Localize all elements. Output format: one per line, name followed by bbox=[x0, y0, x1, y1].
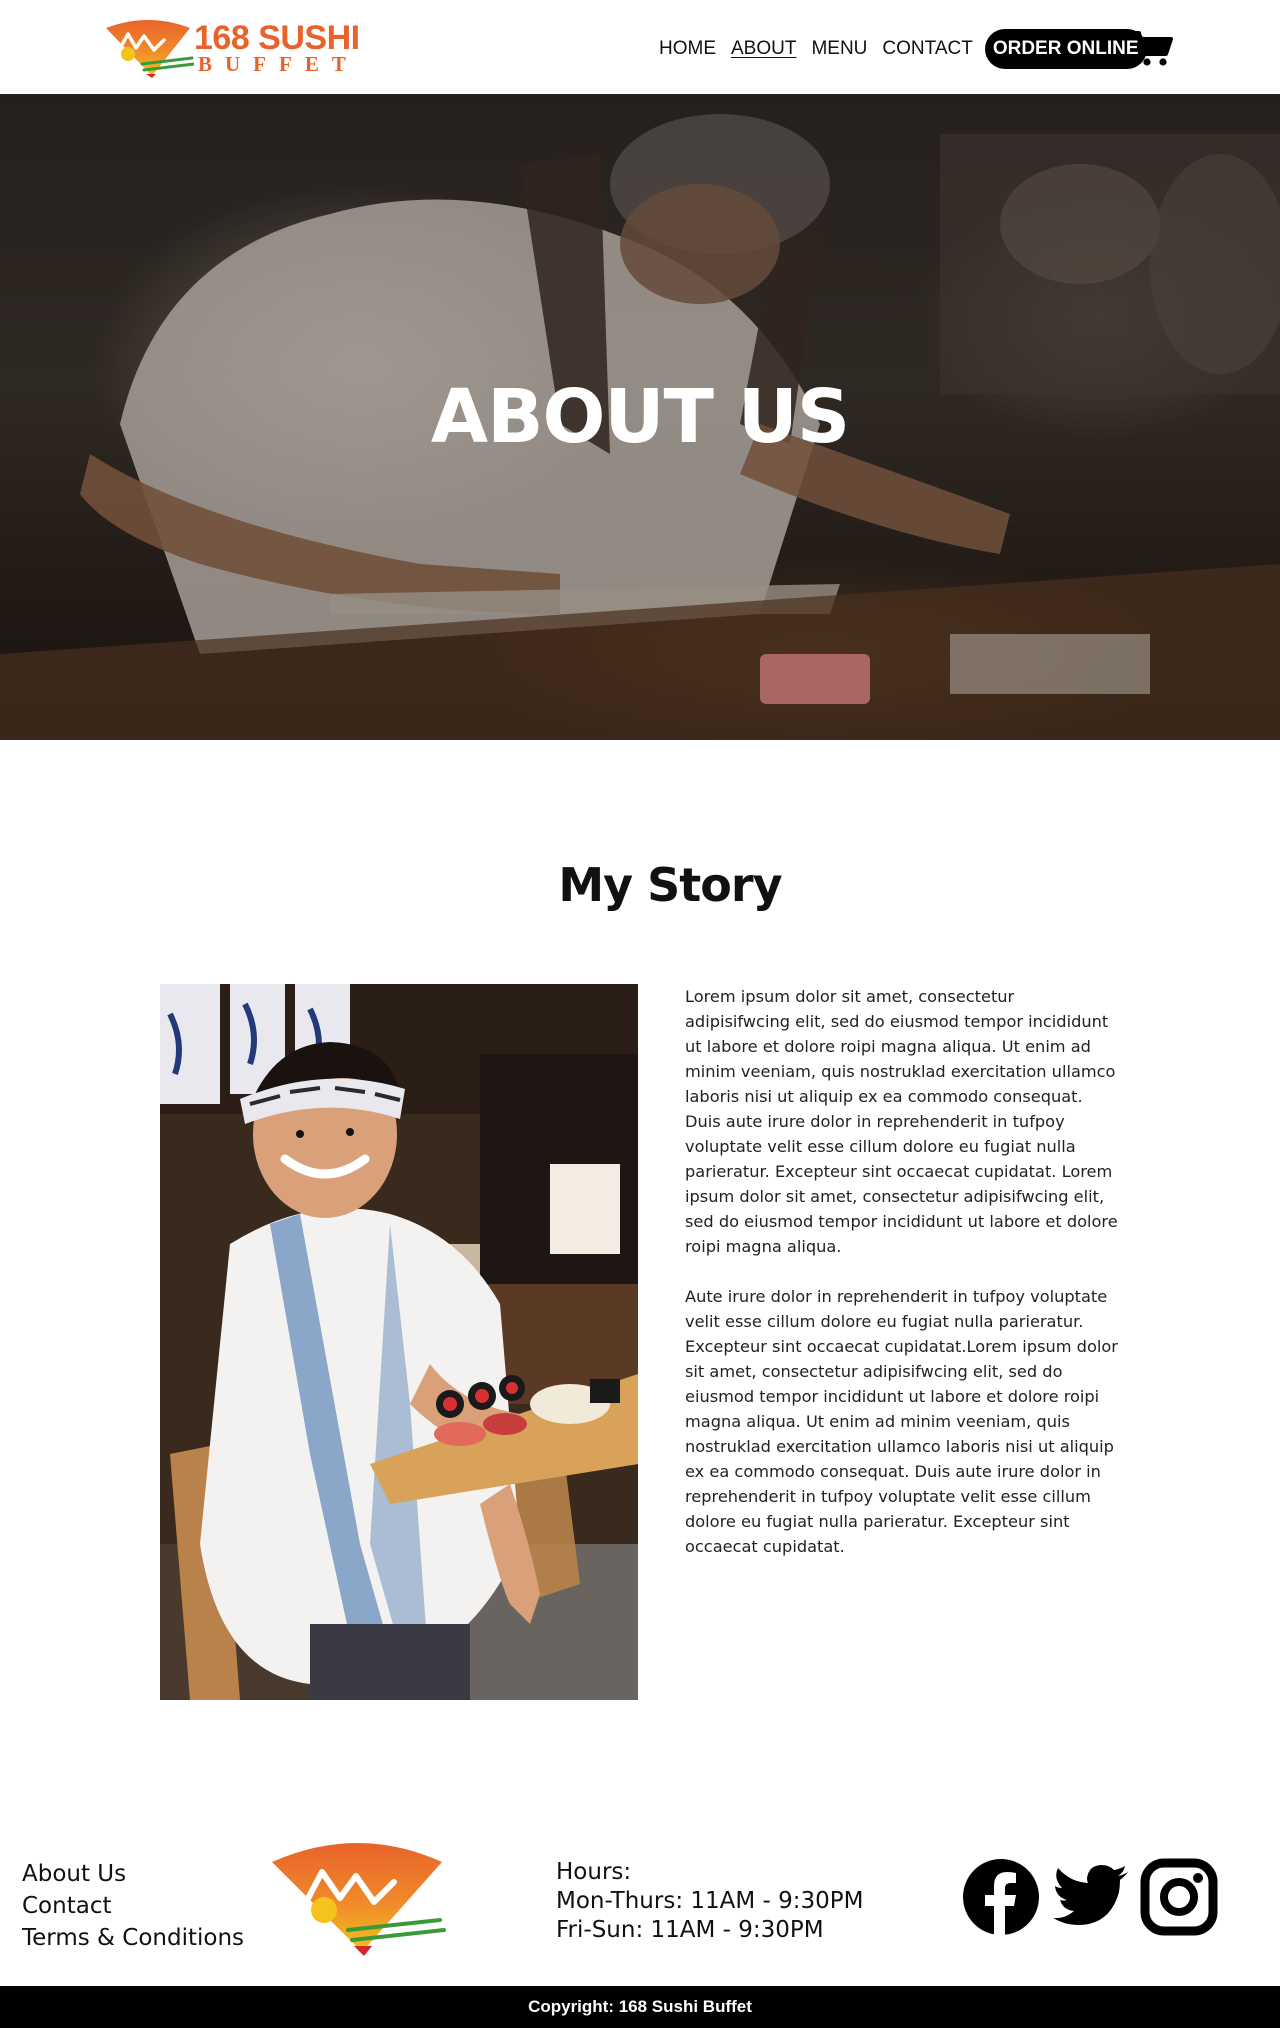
fan-logo-icon bbox=[106, 20, 194, 78]
instagram-icon[interactable] bbox=[1140, 1858, 1218, 1936]
brand-logo[interactable]: 168 SUSHI BUFFET bbox=[102, 18, 362, 80]
footer-contact-link[interactable]: Contact bbox=[22, 1890, 244, 1922]
order-online-button[interactable]: ORDER ONLINE bbox=[984, 29, 1147, 69]
nav-about-link[interactable]: ABOUT bbox=[731, 30, 796, 68]
footer-fan-logo-icon bbox=[272, 1843, 446, 1956]
facebook-icon[interactable] bbox=[962, 1858, 1040, 1936]
nav-contact-link[interactable]: CONTACT bbox=[882, 30, 972, 68]
hours-title: Hours: bbox=[556, 1859, 632, 1885]
hours-weekend: Fri-Sun: 11AM - 9:30PM bbox=[556, 1917, 824, 1943]
story-heading: My Story bbox=[558, 858, 782, 912]
footer-terms-link[interactable]: Terms & Conditions bbox=[22, 1922, 244, 1954]
logo-text-bottom: BUFFET bbox=[198, 52, 359, 76]
chef-portrait-illustration bbox=[160, 984, 638, 1700]
nav-menu-link[interactable]: MENU bbox=[811, 30, 867, 68]
twitter-icon[interactable] bbox=[1052, 1858, 1130, 1936]
hours-weekday: Mon-Thurs: 11AM - 9:30PM bbox=[556, 1888, 864, 1914]
opening-hours: Hours: Mon-Thurs: 11AM - 9:30PM Fri-Sun:… bbox=[556, 1858, 864, 1945]
nav-home-link[interactable]: HOME bbox=[659, 30, 716, 68]
story-paragraph-2: Aute irure dolor in reprehenderit in tuf… bbox=[685, 1287, 1118, 1556]
hero-title: ABOUT US bbox=[430, 374, 850, 460]
footer-links: About Us Contact Terms & Conditions bbox=[22, 1858, 244, 1954]
story-paragraph-1: Lorem ipsum dolor sit amet, consectetur … bbox=[685, 987, 1118, 1256]
copyright-bar: Copyright: 168 Sushi Buffet bbox=[0, 1986, 1280, 2028]
hero-banner: ABOUT US bbox=[0, 94, 1280, 740]
main-menu: HOME ABOUT MENU CONTACT ORDER ONLINE bbox=[659, 29, 1147, 69]
chef-portrait-image bbox=[160, 984, 638, 1700]
footer-about-link[interactable]: About Us bbox=[22, 1858, 244, 1890]
top-nav: 168 SUSHI BUFFET HOME ABOUT MENU CONTACT… bbox=[0, 0, 1280, 94]
story-text: Lorem ipsum dolor sit amet, consectetur … bbox=[685, 984, 1123, 1584]
shopping-cart-icon[interactable] bbox=[1131, 30, 1173, 68]
